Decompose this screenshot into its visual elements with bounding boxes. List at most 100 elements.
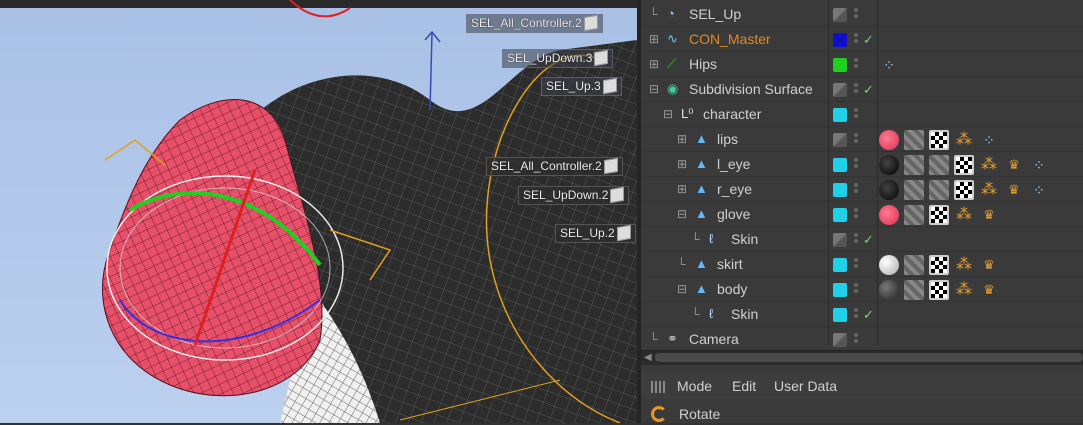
object-row[interactable]: └ ℓ Skin ✓	[641, 227, 1083, 252]
material-white-icon[interactable]	[879, 255, 899, 275]
scroll-left-icon[interactable]: ◀	[644, 351, 652, 364]
object-name[interactable]: Camera	[689, 327, 739, 352]
layer-color-swatch[interactable]	[833, 133, 847, 147]
layer-color-swatch[interactable]	[833, 183, 847, 197]
object-name[interactable]: Hips	[689, 52, 717, 77]
selection-tag-icon[interactable]: ⁘	[979, 130, 999, 150]
layer-color-swatch[interactable]	[833, 33, 847, 47]
texture-tag-icon[interactable]	[904, 130, 924, 150]
viewport-label[interactable]: SEL_Up.3	[541, 77, 622, 96]
collapse-icon[interactable]: ⊟	[677, 202, 687, 227]
checker-tag-icon[interactable]	[954, 155, 974, 175]
3d-viewport[interactable]: SEL_All_Controller.2 SEL_UpDown.3 SEL_Up.3…	[0, 0, 637, 423]
polygon-object-icon[interactable]: ▲	[695, 207, 709, 221]
object-row[interactable]: ⊞ ▲ r_eye ⁂ ♛ ⁘	[641, 177, 1083, 202]
texture-tag-icon[interactable]	[904, 280, 924, 300]
visibility-dots-icon[interactable]	[854, 106, 860, 122]
object-name[interactable]: Skin	[731, 302, 758, 327]
skin-deformer-icon[interactable]: ℓ	[709, 307, 723, 321]
skin-deformer-icon[interactable]: ℓ	[709, 232, 723, 246]
visibility-dots-icon[interactable]	[854, 6, 860, 22]
texture-tag-icon[interactable]	[904, 255, 924, 275]
weight-tag-icon[interactable]: ♛	[979, 205, 999, 225]
scrollbar-thumb[interactable]	[655, 353, 1083, 362]
material-red-icon[interactable]	[879, 205, 899, 225]
visibility-dots-icon[interactable]	[854, 81, 860, 97]
checker-tag-icon[interactable]	[929, 280, 949, 300]
object-row[interactable]: ⊟ L⁰ character	[641, 102, 1083, 127]
visibility-dots-icon[interactable]	[854, 281, 860, 297]
object-row[interactable]: ⊞ ⟋ Hips ⁘	[641, 52, 1083, 77]
object-row[interactable]: ⊞ ▲ lips ⁂ ⁘	[641, 127, 1083, 152]
object-manager-scrollbar[interactable]: ◀	[641, 350, 1083, 364]
polygon-object-icon[interactable]: ▲	[695, 157, 709, 171]
object-name[interactable]: CON_Master	[689, 27, 771, 52]
uvw-tag-icon[interactable]: ⁂	[979, 180, 999, 200]
object-row[interactable]: └ ▲ skirt ⁂ ♛	[641, 252, 1083, 277]
object-row[interactable]: ⊟ ◉ Subdivision Surface ✓	[641, 77, 1083, 102]
expand-icon[interactable]: ⊞	[677, 127, 687, 152]
material-red-icon[interactable]	[879, 130, 899, 150]
expand-icon[interactable]: ⊞	[649, 52, 659, 77]
object-name[interactable]: skirt	[717, 252, 743, 277]
weight-tag-icon[interactable]: ♛	[1004, 180, 1024, 200]
weight-tag-icon[interactable]: ♛	[979, 280, 999, 300]
expand-icon[interactable]: ⊞	[677, 152, 687, 177]
checker-tag-icon[interactable]	[929, 255, 949, 275]
visibility-dots-icon[interactable]	[854, 306, 860, 322]
object-row[interactable]: └ ⚭ Camera	[641, 327, 1083, 352]
texture-tag-icon[interactable]	[929, 180, 949, 200]
null-object-icon[interactable]: L⁰	[681, 107, 695, 121]
polygon-object-icon[interactable]: ▲	[695, 182, 709, 196]
texture-tag-icon[interactable]	[904, 155, 924, 175]
polygon-object-icon[interactable]: ▲	[695, 132, 709, 146]
layer-color-swatch[interactable]	[833, 333, 847, 347]
layer-color-swatch[interactable]	[833, 283, 847, 297]
grip-icon[interactable]	[651, 381, 665, 393]
object-name[interactable]: glove	[717, 202, 750, 227]
visibility-dots-icon[interactable]	[854, 206, 860, 222]
visibility-dots-icon[interactable]	[854, 331, 860, 347]
collapse-icon[interactable]: ⊟	[677, 277, 687, 302]
collapse-icon[interactable]: ⊟	[649, 77, 659, 102]
bone-icon[interactable]: ⟋	[667, 57, 681, 71]
material-dark-icon[interactable]	[879, 280, 899, 300]
material-black-icon[interactable]	[879, 155, 899, 175]
layer-color-swatch[interactable]	[833, 208, 847, 222]
weight-tag-icon[interactable]: ♛	[1004, 155, 1024, 175]
weight-tag-icon[interactable]: ♛	[979, 255, 999, 275]
menu-user-data[interactable]: User Data	[774, 373, 837, 399]
checker-tag-icon[interactable]	[954, 180, 974, 200]
object-row[interactable]: ⊟ ▲ glove ⁂ ♛	[641, 202, 1083, 227]
visibility-dots-icon[interactable]	[854, 156, 860, 172]
object-name[interactable]: SEL_Up	[689, 2, 741, 27]
collapse-icon[interactable]: ⊟	[663, 102, 673, 127]
visibility-dots-icon[interactable]	[854, 56, 860, 72]
layer-color-swatch[interactable]	[833, 58, 847, 72]
viewport-label[interactable]: SEL_UpDown.2	[518, 186, 630, 205]
object-name[interactable]: Subdivision Surface	[689, 77, 813, 102]
enabled-check-icon[interactable]: ✓	[863, 77, 874, 102]
layer-color-swatch[interactable]	[833, 8, 847, 22]
object-name[interactable]: r_eye	[717, 177, 752, 202]
spline-icon[interactable]: ∿	[667, 32, 681, 46]
object-name[interactable]: body	[717, 277, 747, 302]
enabled-check-icon[interactable]: ✓	[863, 302, 874, 327]
layer-color-swatch[interactable]	[833, 308, 847, 322]
checker-tag-icon[interactable]	[929, 130, 949, 150]
uvw-tag-icon[interactable]: ⁂	[954, 280, 974, 300]
visibility-dots-icon[interactable]	[854, 31, 860, 47]
object-name[interactable]: lips	[717, 127, 738, 152]
object-row[interactable]: ⊟ ▲ body ⁂ ♛	[641, 277, 1083, 302]
viewport-label[interactable]: SEL_All_Controller.2	[466, 14, 603, 33]
uvw-tag-icon[interactable]: ⁂	[954, 130, 974, 150]
layer-color-swatch[interactable]	[833, 83, 847, 97]
uvw-tag-icon[interactable]: ⁂	[954, 255, 974, 275]
layer-color-swatch[interactable]	[833, 258, 847, 272]
enabled-check-icon[interactable]: ✓	[863, 227, 874, 252]
enabled-check-icon[interactable]: ✓	[863, 27, 874, 52]
object-row[interactable]: ⊞ ▲ l_eye ⁂ ♛ ⁘	[641, 152, 1083, 177]
layer-color-swatch[interactable]	[833, 233, 847, 247]
layer-color-swatch[interactable]	[833, 158, 847, 172]
polygon-object-icon[interactable]: ▲	[695, 282, 709, 296]
